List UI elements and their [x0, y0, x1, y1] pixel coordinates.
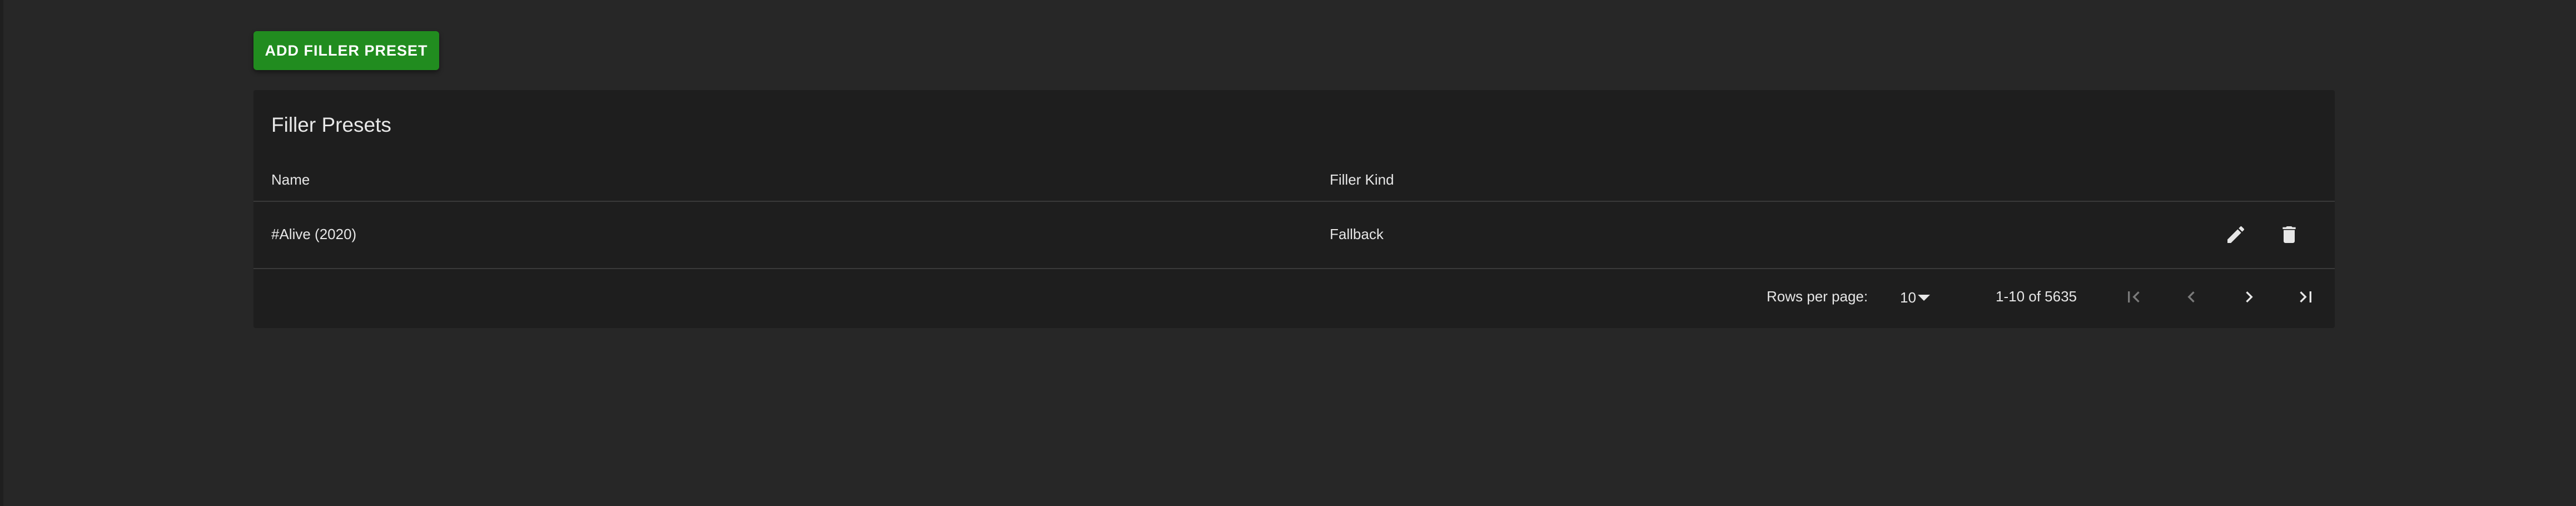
cell-name: #Alive (2020) — [271, 226, 357, 242]
chevron-left-icon — [2187, 291, 2195, 302]
last-page-icon — [2300, 291, 2311, 302]
column-header-name[interactable]: Name — [271, 172, 310, 187]
table-title: Filler Presets — [271, 113, 391, 136]
header-divider — [253, 201, 2335, 202]
pagination-range: 1-10 of 5635 — [1996, 288, 2077, 305]
row-divider — [253, 268, 2335, 269]
column-header-filler-kind[interactable]: Filler Kind — [1330, 172, 1394, 187]
first-page-button[interactable] — [2118, 281, 2149, 312]
caret-down-icon — [1918, 295, 1930, 301]
filler-presets-table: Filler Presets Name Filler Kind #Alive (… — [253, 90, 2335, 328]
rows-per-page-label: Rows per page: — [1767, 288, 1868, 305]
next-page-button[interactable] — [2234, 281, 2265, 312]
trash-icon — [2282, 226, 2296, 243]
cell-filler-kind: Fallback — [1330, 226, 1384, 242]
chevron-right-icon — [2246, 291, 2253, 302]
edit-button[interactable] — [2220, 219, 2251, 250]
window-edge — [0, 0, 3, 506]
pencil-icon — [2227, 226, 2245, 243]
rows-per-page-value: 10 — [1900, 289, 1916, 306]
add-filler-preset-button[interactable]: ADD FILLER PRESET — [253, 31, 439, 70]
previous-page-button[interactable] — [2176, 281, 2207, 312]
delete-button[interactable] — [2274, 219, 2305, 250]
first-page-icon — [2128, 291, 2140, 302]
last-page-button[interactable] — [2290, 281, 2321, 312]
